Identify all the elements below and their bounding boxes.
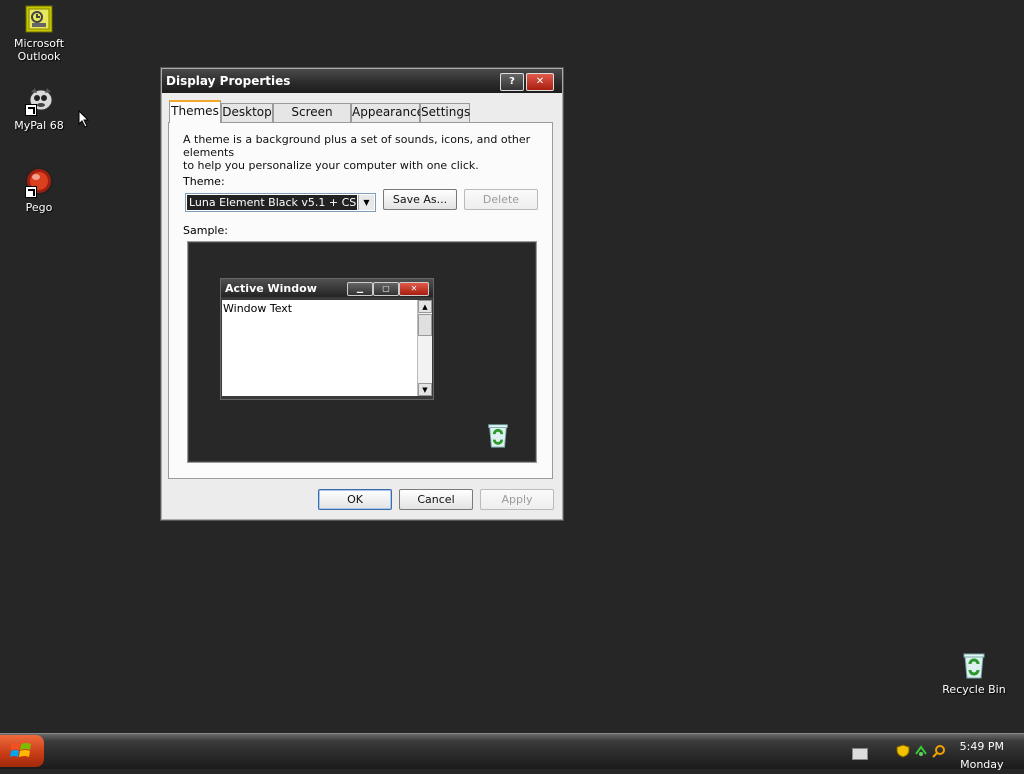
maximize-icon: ▢ xyxy=(373,282,399,296)
delete-button[interactable]: Delete xyxy=(464,189,538,210)
mypal-icon xyxy=(23,86,55,116)
desktop-icon-label: Recycle Bin xyxy=(942,683,1006,696)
cancel-button[interactable]: Cancel xyxy=(399,489,473,510)
sample-scrollbar: ▲ ▼ xyxy=(417,300,432,396)
outlook-icon xyxy=(0,4,79,34)
desktop-icon-label: Microsoft Outlook xyxy=(13,37,65,63)
tab-desktop[interactable]: Desktop xyxy=(221,103,273,122)
help-button[interactable]: ? xyxy=(500,73,524,91)
scroll-down-icon: ▼ xyxy=(418,383,432,396)
desktop-icon-mypal[interactable]: MyPal 68 xyxy=(0,86,79,132)
keyboard-icon[interactable] xyxy=(852,748,868,760)
save-as-button[interactable]: Save As... xyxy=(383,189,457,210)
desktop-icon-recycle-bin[interactable]: Recycle Bin xyxy=(934,650,1014,696)
recycle-bin-icon xyxy=(484,420,512,453)
sample-window-text: Window Text xyxy=(222,300,418,396)
sample-window-title: Active Window xyxy=(225,282,317,295)
shortcut-arrow-icon xyxy=(25,104,37,116)
theme-description: A theme is a background plus a set of so… xyxy=(183,133,531,172)
ok-button[interactable]: OK xyxy=(318,489,392,510)
tab-screen-saver[interactable]: Screen Saver xyxy=(273,103,351,136)
desktop-icon-pego[interactable]: Pego xyxy=(0,166,79,214)
theme-label: Theme: xyxy=(183,175,225,188)
start-button[interactable] xyxy=(0,735,44,767)
clock[interactable]: 5:49 PM Monday xyxy=(960,738,1004,774)
clock-day: Monday xyxy=(960,758,1004,771)
desktop-icon-label: MyPal 68 xyxy=(14,119,64,132)
desktop-icon-outlook[interactable]: Microsoft Outlook xyxy=(0,4,79,63)
minimize-icon: ▁ xyxy=(347,282,373,296)
shortcut-arrow-icon xyxy=(25,186,37,198)
desktop-icon-label: Pego xyxy=(25,201,53,214)
tab-appearance[interactable]: Appearance xyxy=(351,103,424,122)
sample-window-titlebar: Active Window ▁ ▢ ✕ xyxy=(221,279,433,297)
tab-settings[interactable]: Settings xyxy=(420,103,470,122)
sample-active-window: Active Window ▁ ▢ ✕ Window Text ▲ ▼ xyxy=(220,278,434,400)
taskbar: 5:49 PM Monday xyxy=(0,733,1024,771)
theme-dropdown-value: Luna Element Black v5.1 + CSS xyxy=(187,195,357,210)
security-shield-icon[interactable] xyxy=(896,744,910,758)
pego-icon xyxy=(23,166,55,198)
display-properties-dialog: Display Properties ? ✕ Themes Desktop Sc… xyxy=(160,67,564,521)
dialog-titlebar[interactable]: Display Properties ? ✕ xyxy=(162,69,562,93)
sample-label: Sample: xyxy=(183,224,228,237)
search-icon[interactable] xyxy=(932,744,946,758)
theme-sample-preview: Active Window ▁ ▢ ✕ Window Text ▲ ▼ xyxy=(187,241,537,463)
theme-dropdown[interactable]: Luna Element Black v5.1 + CSS ▼ xyxy=(185,193,376,212)
close-icon: ✕ xyxy=(399,282,429,296)
scroll-up-icon: ▲ xyxy=(418,300,432,313)
themes-tab-panel: A theme is a background plus a set of so… xyxy=(168,122,553,479)
tab-themes[interactable]: Themes xyxy=(169,100,221,123)
clock-time: 5:49 PM xyxy=(959,740,1004,753)
windows-logo-icon xyxy=(10,743,31,757)
apply-button[interactable]: Apply xyxy=(480,489,554,510)
close-button[interactable]: ✕ xyxy=(526,73,554,91)
dialog-title: Display Properties xyxy=(166,74,291,88)
chevron-down-icon[interactable]: ▼ xyxy=(358,195,374,210)
scroll-thumb xyxy=(418,314,432,336)
recycle-bin-icon xyxy=(934,650,1014,680)
network-icon[interactable] xyxy=(914,744,928,758)
system-tray: 5:49 PM Monday xyxy=(848,738,1024,771)
mouse-cursor-icon xyxy=(78,110,90,128)
